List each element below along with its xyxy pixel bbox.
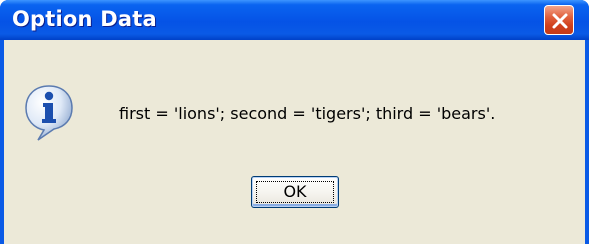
dialog-window: Option Data first = 'lions'; second = 't… — [0, 0, 589, 244]
dialog-message: first = 'lions'; second = 'tigers'; thir… — [119, 104, 496, 123]
title-bar[interactable]: Option Data — [0, 0, 589, 40]
info-icon — [25, 85, 73, 141]
close-icon — [552, 13, 568, 29]
close-button[interactable] — [544, 5, 574, 35]
dialog-body: first = 'lions'; second = 'tigers'; thir… — [4, 40, 585, 244]
window-title: Option Data — [12, 7, 157, 31]
ok-button-label: OK — [283, 182, 307, 201]
ok-button[interactable]: OK — [251, 176, 339, 208]
